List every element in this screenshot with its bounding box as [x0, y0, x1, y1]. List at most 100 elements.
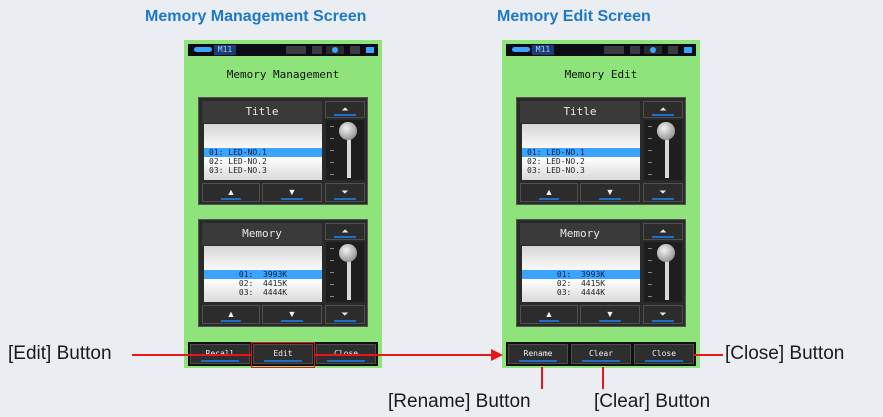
scroll-knob[interactable] [339, 122, 357, 140]
bottom-bar: Rename Clear Close [506, 342, 696, 366]
scroll-tick [648, 248, 652, 249]
status-icon [312, 46, 322, 54]
status-icon [350, 46, 360, 54]
edit-button-callout: [Edit] Button [8, 343, 112, 364]
battery-icon [194, 47, 212, 52]
up-arrow-icon: ▲ [544, 309, 554, 319]
scroll-tick [330, 248, 334, 249]
scroll-down-button[interactable]: ▼ [580, 183, 640, 202]
scroll-to-bottom-button[interactable]: ⏷ [325, 183, 365, 202]
down-arrow-icon: ▼ [605, 309, 615, 319]
list-item[interactable]: 03: 4444K [204, 288, 322, 297]
scroll-tick [648, 296, 652, 297]
scroll-tick [648, 138, 652, 139]
title-list[interactable]: 01: LED-NO.1 02: LED-NO.2 03: LED-NO.3 [522, 124, 640, 180]
to-top-icon: ⏶ [659, 104, 667, 114]
battery-icon [512, 47, 530, 52]
mode-icon [604, 46, 624, 54]
scroll-to-bottom-button[interactable]: ⏷ [325, 305, 365, 324]
list-item[interactable]: 01: 3993K [522, 270, 640, 279]
scroll-rail [665, 256, 669, 300]
scroll-tick [330, 126, 334, 127]
memory-panel: Memory 01: 3993K 02: 4415K 03: 4444K ▲ ▼… [516, 219, 686, 327]
memory-indicator: M11 [214, 45, 236, 55]
clear-button[interactable]: Clear [571, 344, 631, 364]
scroll-down-button[interactable]: ▼ [262, 305, 322, 324]
status-icon [630, 46, 640, 54]
usb-icon [366, 47, 374, 53]
measure-icon [326, 46, 344, 54]
scroll-down-button[interactable]: ▼ [580, 305, 640, 324]
scroll-rail [347, 256, 351, 300]
memory-list[interactable]: 01: 3993K 02: 4415K 03: 4444K [204, 246, 322, 302]
list-item[interactable]: 02: 4415K [204, 279, 322, 288]
scroll-to-bottom-button[interactable]: ⏷ [643, 305, 683, 324]
scroll-tick [648, 162, 652, 163]
scroll-knob[interactable] [339, 244, 357, 262]
scroll-to-top-button[interactable]: ⏶ [325, 223, 365, 240]
list-item[interactable]: 03: 4444K [522, 288, 640, 297]
edit-callout-line [132, 354, 251, 356]
list-item[interactable]: 01: LED-NO.1 [522, 148, 640, 157]
up-arrow-icon: ▲ [226, 187, 236, 197]
scrollbar[interactable] [644, 242, 682, 302]
down-arrow-icon: ▼ [287, 187, 297, 197]
scroll-tick [648, 284, 652, 285]
list-item[interactable]: 02: LED-NO.2 [522, 157, 640, 166]
scroll-rail [665, 134, 669, 178]
scroll-tick [648, 272, 652, 273]
down-arrow-icon: ▼ [287, 309, 297, 319]
screen-title: Memory Management [226, 68, 340, 81]
rename-callout-line [541, 367, 543, 389]
close-button-callout: [Close] Button [725, 343, 845, 364]
mode-icon [286, 46, 306, 54]
clear-callout-line [602, 367, 604, 389]
list-item[interactable]: 01: 3993K [204, 270, 322, 279]
scroll-knob[interactable] [657, 122, 675, 140]
scroll-tick [648, 126, 652, 127]
scroll-up-button[interactable]: ▲ [202, 305, 260, 324]
title-panel-heading: Title [202, 101, 322, 123]
scroll-tick [330, 138, 334, 139]
title-list[interactable]: 01: LED-NO.1 02: LED-NO.2 03: LED-NO.3 [204, 124, 322, 180]
close-callout-line [694, 354, 723, 356]
device-memory-management: M11 Memory Management Title 01: LED-NO.1… [184, 40, 382, 368]
scroll-to-top-button[interactable]: ⏶ [643, 101, 683, 118]
scrollbar[interactable] [326, 120, 364, 180]
status-bar: M11 [506, 44, 696, 56]
down-arrow-icon: ▼ [605, 187, 615, 197]
memory-list[interactable]: 01: 3993K 02: 4415K 03: 4444K [522, 246, 640, 302]
rename-button[interactable]: Rename [508, 344, 568, 364]
memory-indicator: M11 [532, 45, 554, 55]
scroll-down-button[interactable]: ▼ [262, 183, 322, 202]
edit-button-highlight [251, 342, 315, 368]
screen-title: Memory Edit [564, 68, 638, 81]
scroll-to-top-button[interactable]: ⏶ [325, 101, 365, 118]
list-item[interactable]: 02: LED-NO.2 [204, 157, 322, 166]
status-bar: M11 [188, 44, 378, 56]
scroll-to-top-button[interactable]: ⏶ [643, 223, 683, 240]
scroll-up-button[interactable]: ▲ [520, 183, 578, 202]
scroll-tick [330, 296, 334, 297]
scrollbar[interactable] [326, 242, 364, 302]
to-bottom-icon: ⏷ [341, 187, 349, 197]
scroll-tick [330, 260, 334, 261]
to-top-icon: ⏶ [659, 226, 667, 236]
scroll-to-bottom-button[interactable]: ⏷ [643, 183, 683, 202]
scroll-knob[interactable] [657, 244, 675, 262]
scroll-up-button[interactable]: ▲ [202, 183, 260, 202]
list-item[interactable]: 03: LED-NO.3 [204, 166, 322, 175]
scroll-tick [330, 284, 334, 285]
list-item[interactable]: 02: 4415K [522, 279, 640, 288]
scroll-tick [648, 174, 652, 175]
title-panel-heading: Title [520, 101, 640, 123]
scroll-up-button[interactable]: ▲ [520, 305, 578, 324]
list-item[interactable]: 01: LED-NO.1 [204, 148, 322, 157]
usb-icon [684, 47, 692, 53]
memory-panel-heading: Memory [202, 223, 322, 245]
rename-button-callout: [Rename] Button [388, 391, 531, 412]
list-item[interactable]: 03: LED-NO.3 [522, 166, 640, 175]
close-button[interactable]: Close [634, 344, 694, 364]
scrollbar[interactable] [644, 120, 682, 180]
device-memory-edit: M11 Memory Edit Title 01: LED-NO.1 02: L… [502, 40, 700, 368]
